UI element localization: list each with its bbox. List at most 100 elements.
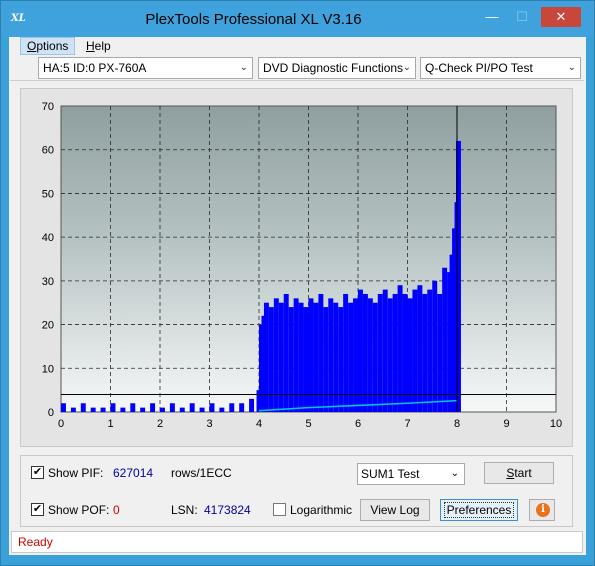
pif-bar (412, 289, 418, 412)
menu-help-accel: H (86, 39, 95, 53)
drive-select-value: HA:5 ID:0 PX-760A (43, 61, 147, 75)
pif-bar (120, 407, 126, 412)
x-tick-label: 9 (503, 418, 509, 430)
y-tick-label: 30 (42, 276, 54, 288)
y-tick-label: 40 (42, 232, 54, 244)
start-button[interactable]: Start (484, 462, 554, 484)
x-tick-label: 10 (550, 418, 562, 430)
lsn-value: 4173824 (204, 503, 251, 517)
x-tick-label: 8 (454, 418, 460, 430)
pif-bar (61, 403, 66, 412)
start-label: tart (514, 466, 532, 480)
chevron-down-icon: ⌄ (567, 62, 576, 73)
pif-bar (427, 289, 433, 412)
pif-bar (288, 307, 294, 412)
toolbar: HA:5 ID:0 PX-760A ⌄ DVD Diagnostic Funct… (10, 55, 584, 81)
pif-bar (229, 403, 235, 412)
pif-bar (100, 407, 106, 412)
chevron-down-icon: ⌄ (402, 62, 411, 73)
pif-bar (358, 289, 363, 412)
pif-bar (303, 307, 309, 412)
status-bar: Ready (11, 531, 583, 553)
pif-bar (209, 403, 215, 412)
y-tick-label: 10 (42, 363, 54, 375)
x-tick-label: 0 (58, 418, 64, 430)
pif-bar (263, 302, 269, 412)
pif-bar (333, 302, 339, 412)
y-tick-label: 50 (42, 188, 54, 200)
pif-bar (80, 403, 86, 412)
pif-bar (249, 398, 255, 412)
logarithmic-label: Logarithmic (290, 503, 353, 517)
pif-bar (90, 407, 96, 412)
pif-bar (110, 403, 116, 412)
y-tick-label: 0 (48, 407, 54, 419)
pif-bar (338, 307, 344, 412)
pif-bar (432, 280, 438, 412)
pif-bar (70, 407, 76, 412)
y-tick-label: 60 (42, 145, 54, 157)
info-icon: i (536, 503, 550, 517)
pof-value: 0 (113, 503, 120, 517)
x-tick-label: 2 (157, 418, 163, 430)
menu-options[interactable]: Options (20, 37, 76, 55)
controls-panel: ✔ Show PIF: 627014 rows/1ECC SUM1 Test ⌄… (20, 455, 573, 527)
sum-test-value: SUM1 Test (361, 467, 420, 481)
test-select[interactable]: Q-Check PI/PO Test ⌄ (420, 57, 581, 79)
client-area: Options Help HA:5 ID:0 PX-760A ⌄ DVD Dia… (9, 37, 586, 555)
x-tick-label: 6 (355, 418, 361, 430)
drive-select[interactable]: HA:5 ID:0 PX-760A ⌄ (38, 57, 253, 79)
chevron-down-icon: ⌄ (450, 468, 459, 479)
pif-bar (382, 289, 388, 412)
show-pof-checkbox[interactable]: ✔ (31, 503, 44, 516)
x-tick-label: 1 (107, 418, 113, 430)
show-pif-checkbox[interactable]: ✔ (31, 466, 44, 479)
menu-bar: Options Help (9, 37, 586, 55)
lsn-label: LSN: (171, 503, 198, 517)
close-button[interactable]: ✕ (541, 7, 581, 27)
sum-test-select[interactable]: SUM1 Test ⌄ (357, 463, 465, 485)
pif-bar (268, 307, 274, 412)
pi-po-chart: 0 1 2 3 4 5 6 7 8 9 10 0 10 20 30 40 50 60 70 (42, 101, 562, 430)
x-tick-label: 7 (404, 418, 410, 430)
menu-help-label: elp (94, 39, 111, 53)
pif-bar (298, 302, 304, 412)
y-tick-label: 70 (42, 101, 54, 113)
pif-bar (313, 302, 319, 412)
pif-bar (130, 403, 136, 412)
minimize-button[interactable]: — (478, 7, 506, 27)
logarithmic-checkbox[interactable] (273, 503, 286, 516)
pif-bar (417, 285, 423, 412)
pif-bar (442, 267, 448, 412)
menu-options-accel: O (27, 39, 37, 53)
function-select[interactable]: DVD Diagnostic Functions ⌄ (258, 57, 416, 79)
pif-bar (199, 407, 205, 412)
show-pif-label: Show PIF: (48, 466, 104, 480)
chevron-down-icon: ⌄ (239, 62, 248, 73)
x-tick-label: 4 (256, 418, 262, 430)
maximize-button[interactable]: ☐ (508, 7, 536, 27)
test-select-value: Q-Check PI/PO Test (425, 61, 533, 75)
preferences-label: Preferences (443, 502, 515, 518)
pif-bar (189, 403, 195, 412)
pif-unit: rows/1ECC (171, 466, 232, 480)
chart-panel: 0 1 2 3 4 5 6 7 8 9 10 0 10 20 30 40 50 60 70 (20, 88, 573, 447)
pif-bar (239, 403, 245, 412)
menu-help[interactable]: Help (80, 37, 117, 55)
title-bar[interactable]: XL PlexTools Professional XL V3.16 — ☐ ✕ (1, 1, 594, 37)
pif-bar (397, 285, 403, 412)
status-text: Ready (18, 535, 53, 549)
pif-bar (278, 302, 284, 412)
function-select-value: DVD Diagnostic Functions (263, 61, 404, 75)
pif-bar (160, 407, 165, 412)
pif-bar (372, 302, 378, 412)
pif-bar (179, 407, 185, 412)
window-title: PlexTools Professional XL V3.16 (145, 11, 362, 28)
pif-bar (323, 307, 329, 412)
info-button[interactable]: i (529, 499, 555, 521)
x-tick-label: 3 (206, 418, 212, 430)
preferences-button[interactable]: Preferences (440, 499, 518, 521)
pif-bar (348, 302, 354, 412)
pif-value: 627014 (113, 466, 154, 480)
view-log-button[interactable]: View Log (360, 499, 430, 521)
